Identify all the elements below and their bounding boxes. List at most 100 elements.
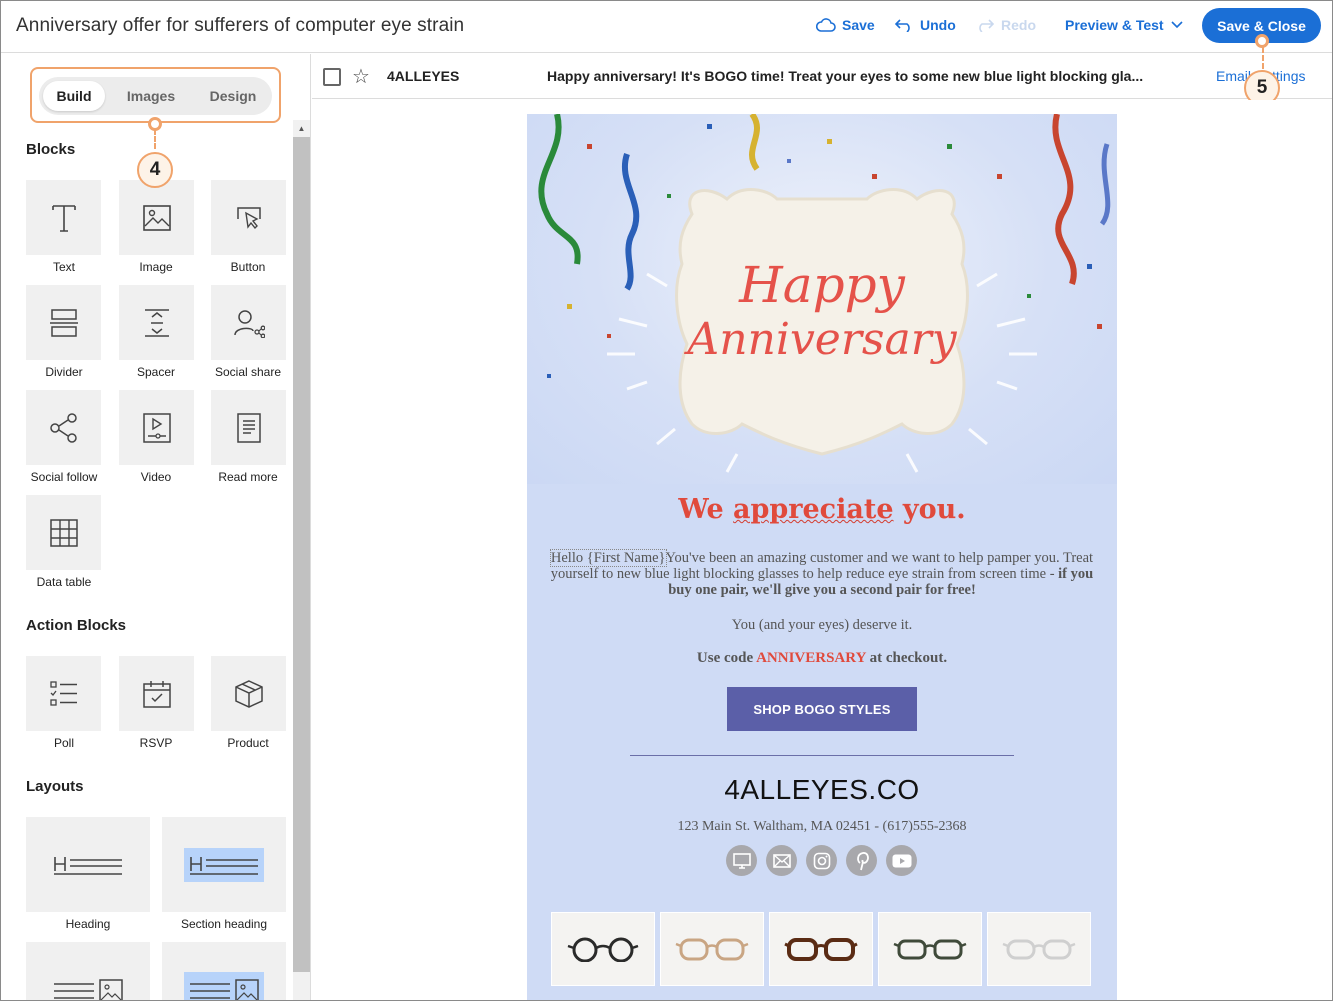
- code-pre: Use code: [696, 650, 757, 666]
- layout-text-image-highlight[interactable]: [162, 942, 286, 1000]
- block-social-follow[interactable]: [26, 390, 101, 465]
- block-poll[interactable]: [26, 656, 101, 731]
- top-bar: Anniversary offer for sufferers of compu…: [1, 1, 1332, 53]
- glasses-icon: [1002, 939, 1076, 960]
- glasses-icon: [784, 938, 858, 961]
- merge-tag-hello[interactable]: Hello {First Name}: [549, 549, 667, 567]
- block-data-table-label: Data table: [36, 575, 92, 589]
- social-share-icon: [233, 309, 265, 338]
- layout-section-heading[interactable]: [162, 817, 286, 912]
- social-follow-icon: [49, 412, 77, 443]
- block-divider[interactable]: [26, 285, 101, 360]
- block-product[interactable]: [211, 656, 286, 731]
- block-video-label: Video: [140, 470, 172, 484]
- hero-image[interactable]: Happy Anniversary: [527, 114, 1117, 484]
- block-read-more[interactable]: [211, 390, 286, 465]
- company-address[interactable]: 123 Main St. Waltham, MA 02451 - (617)55…: [527, 819, 1117, 835]
- pinterest-icon[interactable]: [846, 845, 877, 876]
- layout-section-heading-label: Section heading: [180, 917, 268, 931]
- callout-4-dot: [148, 117, 162, 131]
- sidebar-tabs: Build Images Design: [39, 77, 272, 115]
- redo-label: Redo: [1001, 17, 1036, 33]
- block-video[interactable]: [119, 390, 194, 465]
- save-button[interactable]: Save: [816, 17, 875, 33]
- tab-images[interactable]: Images: [115, 81, 187, 111]
- headline-post: you.: [893, 494, 966, 525]
- read-more-icon: [236, 412, 261, 443]
- website-icon[interactable]: [726, 845, 757, 876]
- text-image-layout-icon: [54, 979, 123, 1000]
- undo-icon: [894, 19, 910, 32]
- instagram-icon[interactable]: [806, 845, 837, 876]
- hero-text-anniversary: Anniversary: [683, 314, 957, 365]
- block-read-more-label: Read more: [218, 470, 278, 484]
- callout-5-dot: [1255, 34, 1269, 48]
- email-canvas: Happy Anniversary We appreciate you. Hel…: [312, 100, 1332, 1000]
- tab-design[interactable]: Design: [197, 81, 269, 111]
- video-icon: [142, 412, 171, 443]
- shop-bogo-button[interactable]: SHOP BOGO STYLES: [727, 687, 917, 731]
- block-poll-label: Poll: [53, 736, 74, 750]
- block-social-share[interactable]: [211, 285, 286, 360]
- body-paragraph[interactable]: Hello {First Name}You've been an amazing…: [549, 549, 1095, 598]
- glasses-icon: [567, 937, 639, 962]
- chevron-down-icon: [1170, 21, 1183, 29]
- calendar-check-icon: [142, 680, 171, 708]
- email-divider: [630, 755, 1014, 756]
- email-icon[interactable]: [766, 845, 797, 876]
- button-cursor-icon: [236, 206, 261, 229]
- block-rsvp[interactable]: [119, 656, 194, 731]
- glasses-icon: [893, 939, 967, 960]
- product-image-5[interactable]: [987, 912, 1091, 986]
- image-icon: [142, 204, 171, 231]
- redo-button[interactable]: Redo: [975, 17, 1036, 33]
- youtube-icon[interactable]: [886, 845, 917, 876]
- page-title: Anniversary offer for sufferers of compu…: [16, 15, 465, 36]
- headline-pre: We: [678, 494, 734, 525]
- block-data-table[interactable]: [26, 495, 101, 570]
- block-button-label: Button: [230, 260, 266, 274]
- preview-test-button[interactable]: Preview & Test: [1065, 17, 1184, 33]
- layouts-title: Layouts: [26, 778, 84, 795]
- select-checkbox[interactable]: [323, 68, 341, 86]
- headline[interactable]: We appreciate you.: [527, 494, 1117, 525]
- scroll-up-icon[interactable]: ▲: [293, 120, 310, 137]
- block-text-label: Text: [52, 260, 75, 274]
- layout-text-image[interactable]: [26, 942, 150, 1000]
- hero-text-happy: Happy: [738, 256, 905, 314]
- email-body: Happy Anniversary We appreciate you. Hel…: [527, 114, 1117, 1000]
- product-image-3[interactable]: [769, 912, 873, 986]
- product-images-row: [551, 912, 1093, 986]
- undo-label: Undo: [920, 17, 956, 33]
- star-icon[interactable]: ☆: [352, 64, 370, 89]
- glasses-icon: [675, 938, 749, 961]
- sender-name: 4ALLEYES: [387, 68, 460, 84]
- sidebar: Build Images Design ▲ Blocks Text Image …: [1, 54, 311, 1000]
- brand-logo[interactable]: 4ALLEYES.CO: [527, 774, 1117, 806]
- email-subject: Happy anniversary! It's BOGO time! Treat…: [547, 68, 1144, 84]
- heading-layout-icon: [54, 857, 122, 875]
- promo-code-line[interactable]: Use code ANNIVERSARY at checkout.: [527, 650, 1117, 667]
- product-image-1[interactable]: [551, 912, 655, 986]
- action-blocks-title: Action Blocks: [26, 617, 127, 634]
- block-spacer[interactable]: [119, 285, 194, 360]
- cloud-icon: [816, 18, 836, 32]
- block-product-label: Product: [227, 736, 269, 750]
- product-image-2[interactable]: [660, 912, 764, 986]
- deserve-text[interactable]: You (and your eyes) deserve it.: [527, 617, 1117, 634]
- code-post: at checkout.: [865, 650, 948, 666]
- poll-icon: [49, 680, 77, 706]
- undo-button[interactable]: Undo: [894, 17, 956, 33]
- block-button[interactable]: [211, 180, 286, 255]
- block-text[interactable]: [26, 180, 101, 255]
- block-image[interactable]: [119, 180, 194, 255]
- redo-icon: [979, 19, 995, 32]
- divider-icon: [49, 308, 78, 337]
- layout-heading[interactable]: [26, 817, 150, 912]
- block-social-follow-label: Social follow: [30, 470, 98, 484]
- blocks-title: Blocks: [26, 141, 76, 158]
- promo-code: ANNIVERSARY: [756, 650, 866, 666]
- tab-build[interactable]: Build: [43, 81, 105, 111]
- block-image-label: Image: [139, 260, 173, 274]
- product-image-4[interactable]: [878, 912, 982, 986]
